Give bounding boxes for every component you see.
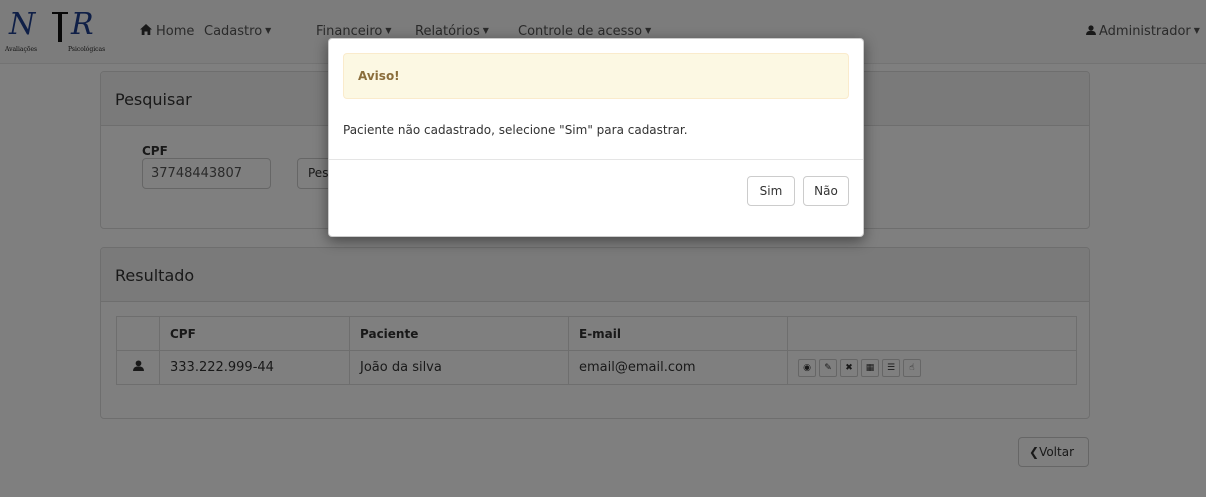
confirm-modal: Aviso! Paciente não cadastrado, selecion…: [328, 38, 864, 237]
no-button[interactable]: Não: [803, 176, 849, 206]
yes-button[interactable]: Sim: [747, 176, 795, 206]
warning-alert: Aviso!: [343, 53, 849, 99]
modal-message: Paciente não cadastrado, selecione "Sim"…: [343, 123, 688, 137]
modal-divider: [329, 159, 863, 160]
